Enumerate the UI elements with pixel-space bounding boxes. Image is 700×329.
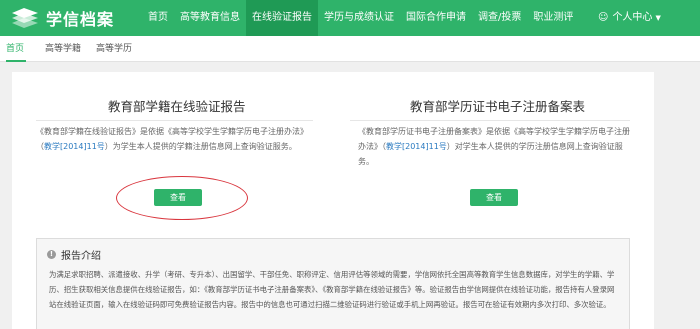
user-center-menu[interactable]: ☺ 个人中心 ▼ [598,0,661,36]
user-center-label: 个人中心 [612,12,653,23]
nav-international-cooperation[interactable]: 国际合作申请 [400,0,472,36]
top-nav-bar: 学信档案 首页 高等教育信息 在线验证报告 学历与成绩认证 国际合作申请 调查/… [0,0,700,36]
card-desc-degree-record: 《教育部学历证书电子注册备案表》是依据《高等学校学生学籍学历电子注册办法》（教学… [358,124,630,169]
nav-online-verification-report[interactable]: 在线验证报告 [246,0,318,36]
logo-text: 学信档案 [46,10,115,29]
report-intro-text: 为满足求职招聘、派遣接收、升学（考研、专升本）、出国留学、干部任免、职称评定、信… [49,270,615,309]
subnav-active-indicator [6,60,26,62]
view-degree-record-button[interactable]: 查看 [470,189,518,206]
nav-survey-vote[interactable]: 调查/投票 [472,0,527,36]
card-title-degree-record: 教育部学历证书电子注册备案表 [410,99,586,114]
main-nav: 首页 高等教育信息 在线验证报告 学历与成绩认证 国际合作申请 调查/投票 职业… [142,0,579,36]
view-status-report-button[interactable]: 查看 [154,189,202,206]
main-panel: 教育部学籍在线验证报告 《教育部学籍在线验证报告》是依据《高等学校学生学籍学历电… [12,72,654,329]
subnav-higher-status[interactable]: 高等学籍 [45,36,81,62]
card-desc-text: ）为学生本人提供的学籍注册信息网上查询验证服务。 [104,142,297,151]
sub-nav-bar: 首页 高等学籍 高等学历 [0,36,700,62]
info-icon: ! [47,249,56,259]
chevron-down-icon: ▼ [655,14,661,22]
card-title-status-report: 教育部学籍在线验证报告 [108,99,246,114]
report-intro-title: 报告介绍 [61,250,101,262]
card-desc-status-report: 《教育部学籍在线验证报告》是依据《高等学校学生学籍学历电子注册办法》（教学[20… [36,124,313,154]
regulation-link[interactable]: 教学[2014]11号 [386,142,447,151]
card-divider [350,120,630,121]
report-intro-box: ! 报告介绍 为满足求职招聘、派遣接收、升学（考研、专升本）、出国留学、干部任免… [36,238,630,329]
logo[interactable]: 学信档案 [10,5,114,31]
card-divider [36,120,313,121]
regulation-link[interactable]: 教学[2014]11号 [44,142,105,151]
subnav-home[interactable]: 首页 [6,36,24,62]
nav-career-assessment[interactable]: 职业测评 [527,0,579,36]
logo-icon [12,8,38,28]
nav-higher-education-info[interactable]: 高等教育信息 [174,0,246,36]
user-icon: ☺ [598,12,609,23]
nav-degree-grade-certification[interactable]: 学历与成绩认证 [318,0,400,36]
nav-home[interactable]: 首页 [142,0,174,36]
subnav-higher-degree[interactable]: 高等学历 [96,36,132,62]
report-intro-heading: ! 报告介绍 [47,247,101,262]
